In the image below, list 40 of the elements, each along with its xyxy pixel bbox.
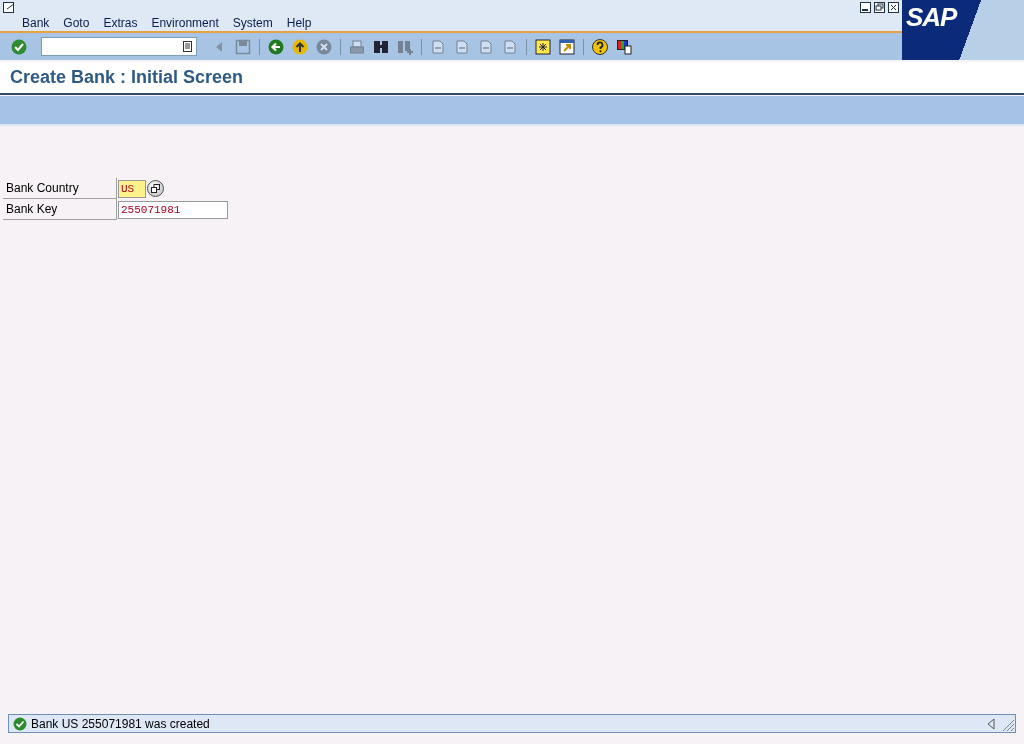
screen-title: Create Bank : Initial Screen [10, 67, 244, 88]
input-field[interactable]: 255071981 [118, 200, 228, 219]
cancel-icon [316, 38, 332, 55]
minimize-icon[interactable] [860, 2, 871, 13]
page-icon [430, 38, 446, 55]
logo: SAP [902, 0, 1024, 60]
up-arrow-icon [292, 38, 308, 55]
toolbar-button[interactable] [557, 36, 577, 57]
two-windows-icon [151, 184, 160, 193]
help-icon [592, 38, 608, 55]
menu-item[interactable]: System [232, 16, 273, 30]
menu-item[interactable]: Environment [151, 16, 219, 30]
page-icon [454, 38, 470, 55]
binoculars-icon [373, 38, 389, 55]
page-icon [478, 38, 494, 55]
menu-window-icon[interactable] [3, 2, 16, 13]
page-icon [502, 38, 518, 55]
toolbar-button[interactable] [590, 36, 610, 57]
field-label: Bank Country [3, 178, 117, 199]
checkmark-icon [11, 38, 27, 55]
checkmark-icon [13, 716, 27, 731]
left-arrow-icon [268, 38, 284, 55]
history-list-icon[interactable] [183, 41, 192, 52]
menu-item[interactable]: Goto [63, 16, 90, 30]
menu-item[interactable]: Extras [103, 16, 138, 30]
menu-item[interactable]: Help [286, 16, 312, 30]
left-triangle-icon [215, 40, 223, 53]
status-message: Bank US 255071981 was created [31, 716, 210, 731]
binoculars-plus-icon [397, 38, 413, 55]
input-field[interactable]: US [118, 179, 146, 198]
value-help-button[interactable] [147, 180, 164, 197]
close-icon[interactable] [888, 2, 899, 13]
printer-icon [349, 38, 365, 55]
command-field[interactable] [41, 37, 197, 56]
toolbar-button[interactable] [533, 36, 553, 57]
field-label: Bank Key [3, 199, 117, 220]
restore-icon[interactable] [874, 2, 885, 13]
left-triangle-icon[interactable] [987, 717, 995, 730]
monitor-icon [616, 38, 632, 55]
menu-item[interactable]: Bank [22, 16, 50, 30]
